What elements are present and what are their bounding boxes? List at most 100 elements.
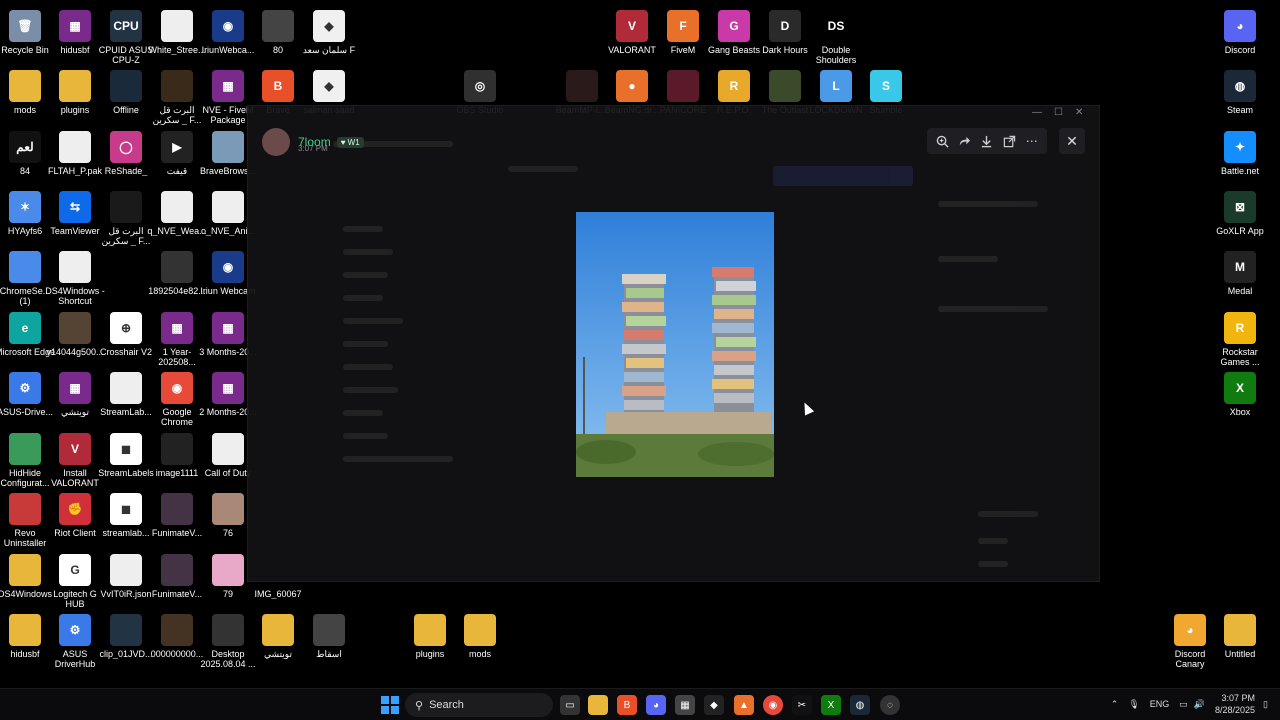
nve-fivem-icon: ▦ bbox=[212, 70, 244, 102]
xbox-icon: X bbox=[1224, 372, 1256, 404]
microphone-icon[interactable]: 🎙 bbox=[1128, 699, 1139, 710]
o-nve-ani-icon bbox=[212, 191, 244, 223]
desktop-icon-isqat[interactable]: اسقاط bbox=[300, 612, 358, 659]
untitled-icon bbox=[1224, 614, 1256, 646]
stumble-icon: S bbox=[870, 70, 902, 102]
image1111-icon bbox=[161, 433, 193, 465]
desktop-icon-discord[interactable]: ◕ Discord bbox=[1211, 8, 1269, 55]
iriun-webcam-icon: ◉ bbox=[212, 10, 244, 42]
steam-icon: ◍ bbox=[1224, 70, 1256, 102]
vlc-icon[interactable]: ▲ bbox=[734, 695, 754, 715]
ds4windows-shortcut-icon bbox=[59, 251, 91, 283]
desktop-icon-albarit-2[interactable]: البرت قل سكرين _ F... bbox=[97, 189, 155, 246]
desktop-icon-label: Double Shoulders bbox=[815, 45, 857, 65]
desktop-icon-google-chrome[interactable]: ◉ Google Chrome bbox=[148, 370, 206, 427]
desktop-icon-label: Medal bbox=[1227, 286, 1253, 296]
desktop-icon-cpuid[interactable]: CPU CPUID ASUS CPU-Z bbox=[97, 8, 155, 65]
desktop-icon-steam[interactable]: ◍ Steam bbox=[1211, 68, 1269, 115]
desktop-icon-double-shoulders[interactable]: DS Double Shoulders bbox=[807, 8, 865, 65]
brave-icon[interactable]: B bbox=[617, 695, 637, 715]
asus-driverhub-icon: ⚙ bbox=[59, 614, 91, 646]
xbox-icon[interactable]: X bbox=[821, 695, 841, 715]
attachment-image[interactable] bbox=[576, 212, 774, 477]
1892504e82-icon bbox=[161, 251, 193, 283]
desktop-icon-ds4windows-shortcut[interactable]: DS4Windows - Shortcut bbox=[45, 249, 105, 306]
asus-drive-icon: ⚙ bbox=[9, 372, 41, 404]
close-viewer-button[interactable]: ✕ bbox=[1059, 128, 1085, 154]
desktop-icon-xbox[interactable]: X Xbox bbox=[1211, 370, 1269, 417]
salman-saad-f-icon: ◆ bbox=[313, 10, 345, 42]
desktop-icon-1-year[interactable]: ▦ 1 Year-202508... bbox=[148, 310, 206, 367]
battlenet-icon: ✦ bbox=[1224, 131, 1256, 163]
volume-icon[interactable]: 🔊 bbox=[1194, 699, 1205, 710]
v14044g500-icon bbox=[59, 312, 91, 344]
maximize-icon[interactable]: ☐ bbox=[1054, 107, 1063, 118]
riot-icon[interactable]: ◌ bbox=[880, 695, 900, 715]
obs-studio-icon: ◎ bbox=[464, 70, 496, 102]
open-external-icon[interactable] bbox=[998, 130, 1020, 152]
clock[interactable]: 3:07 PM 8/28/2025 bbox=[1215, 692, 1255, 716]
steam-icon[interactable]: ◍ bbox=[850, 695, 870, 715]
desktop-icon-label: اسقاط bbox=[316, 649, 342, 659]
desktop-icon-salman-saad-f[interactable]: ◆ سلمان سعد F bbox=[300, 8, 358, 55]
white-stree-icon bbox=[161, 10, 193, 42]
desktop-icon-untitled[interactable]: Untitled bbox=[1211, 612, 1269, 659]
funimate-1-icon bbox=[161, 493, 193, 525]
mods-icon bbox=[9, 70, 41, 102]
minimize-icon[interactable]: — bbox=[1032, 107, 1042, 118]
brave-browser-icon bbox=[212, 131, 244, 163]
offline-icon bbox=[110, 70, 142, 102]
beammp-icon bbox=[566, 70, 598, 102]
revo-icon bbox=[9, 493, 41, 525]
network-icon[interactable]: ▭ bbox=[1179, 699, 1188, 710]
qiftat-icon: ▶ bbox=[161, 131, 193, 163]
chromese-icon bbox=[9, 251, 41, 283]
zoom-in-icon[interactable] bbox=[931, 130, 953, 152]
file-explorer-icon[interactable] bbox=[588, 695, 608, 715]
streamlab-file-icon bbox=[110, 372, 142, 404]
isqat-icon bbox=[313, 614, 345, 646]
left-tower bbox=[622, 274, 666, 424]
unity-icon[interactable]: ◆ bbox=[704, 695, 724, 715]
chevron-up-icon[interactable]: ⌃ bbox=[1111, 699, 1119, 710]
desktop-icon-label: Xbox bbox=[1229, 407, 1251, 417]
mods-2-icon bbox=[464, 614, 496, 646]
start-icon[interactable] bbox=[380, 695, 400, 715]
albarit-2-icon bbox=[110, 191, 142, 223]
desktop-icon-label: DS4Windows - Shortcut bbox=[45, 286, 105, 306]
desktop-icon-install-valorant[interactable]: V Install VALORANT bbox=[46, 431, 104, 488]
more-options-icon[interactable]: ⋯ bbox=[1021, 130, 1043, 152]
the-outlast-icon bbox=[769, 70, 801, 102]
vvit0ir-icon bbox=[110, 554, 142, 586]
desktop-icon-battlenet[interactable]: ✦ Battle.net bbox=[1211, 129, 1269, 176]
lockdown-icon: L bbox=[820, 70, 852, 102]
desktop-icon-rockstar[interactable]: R Rockstar Games ... bbox=[1211, 310, 1269, 367]
chrome-icon[interactable]: ◉ bbox=[763, 695, 783, 715]
post-timestamp: 3:07 PM bbox=[298, 144, 328, 153]
plugins-2-icon bbox=[414, 614, 446, 646]
desktop-icon-mods-2[interactable]: mods bbox=[451, 612, 509, 659]
download-icon[interactable] bbox=[976, 130, 998, 152]
desktop-icon-goxlr[interactable]: ⊠ GoXLR App bbox=[1211, 189, 1269, 236]
discord-icon[interactable]: ◕ bbox=[646, 695, 666, 715]
reshade-icon: ◯ bbox=[110, 131, 142, 163]
avatar[interactable] bbox=[262, 128, 290, 156]
beamng-icon: ● bbox=[616, 70, 648, 102]
desktop-icon-asus-driverhub[interactable]: ⚙ ASUS DriverHub bbox=[46, 612, 104, 669]
desktop-icon-label: mods bbox=[468, 649, 491, 659]
taskbar-search[interactable]: ⚲ Search bbox=[405, 693, 553, 717]
capcut-icon[interactable]: ✂ bbox=[792, 695, 812, 715]
salman-saad-icon: ◆ bbox=[313, 70, 345, 102]
language-indicator[interactable]: ENG bbox=[1150, 699, 1170, 709]
notification-icon[interactable]: ▯ bbox=[1263, 699, 1268, 710]
twin-towers-photo bbox=[576, 212, 774, 477]
clip-01jvd-icon bbox=[110, 614, 142, 646]
forward-icon[interactable] bbox=[954, 130, 976, 152]
desktop-icon-medal[interactable]: M Medal bbox=[1211, 249, 1269, 296]
task-view-icon[interactable]: ▭ bbox=[560, 695, 580, 715]
riot-client-icon: ✊ bbox=[59, 493, 91, 525]
store-icon[interactable]: ▦ bbox=[675, 695, 695, 715]
desktop-icon-logitech[interactable]: G Logitech G HUB bbox=[46, 552, 104, 609]
close-window-icon[interactable]: ✕ bbox=[1075, 107, 1083, 118]
search-icon: ⚲ bbox=[415, 699, 424, 712]
